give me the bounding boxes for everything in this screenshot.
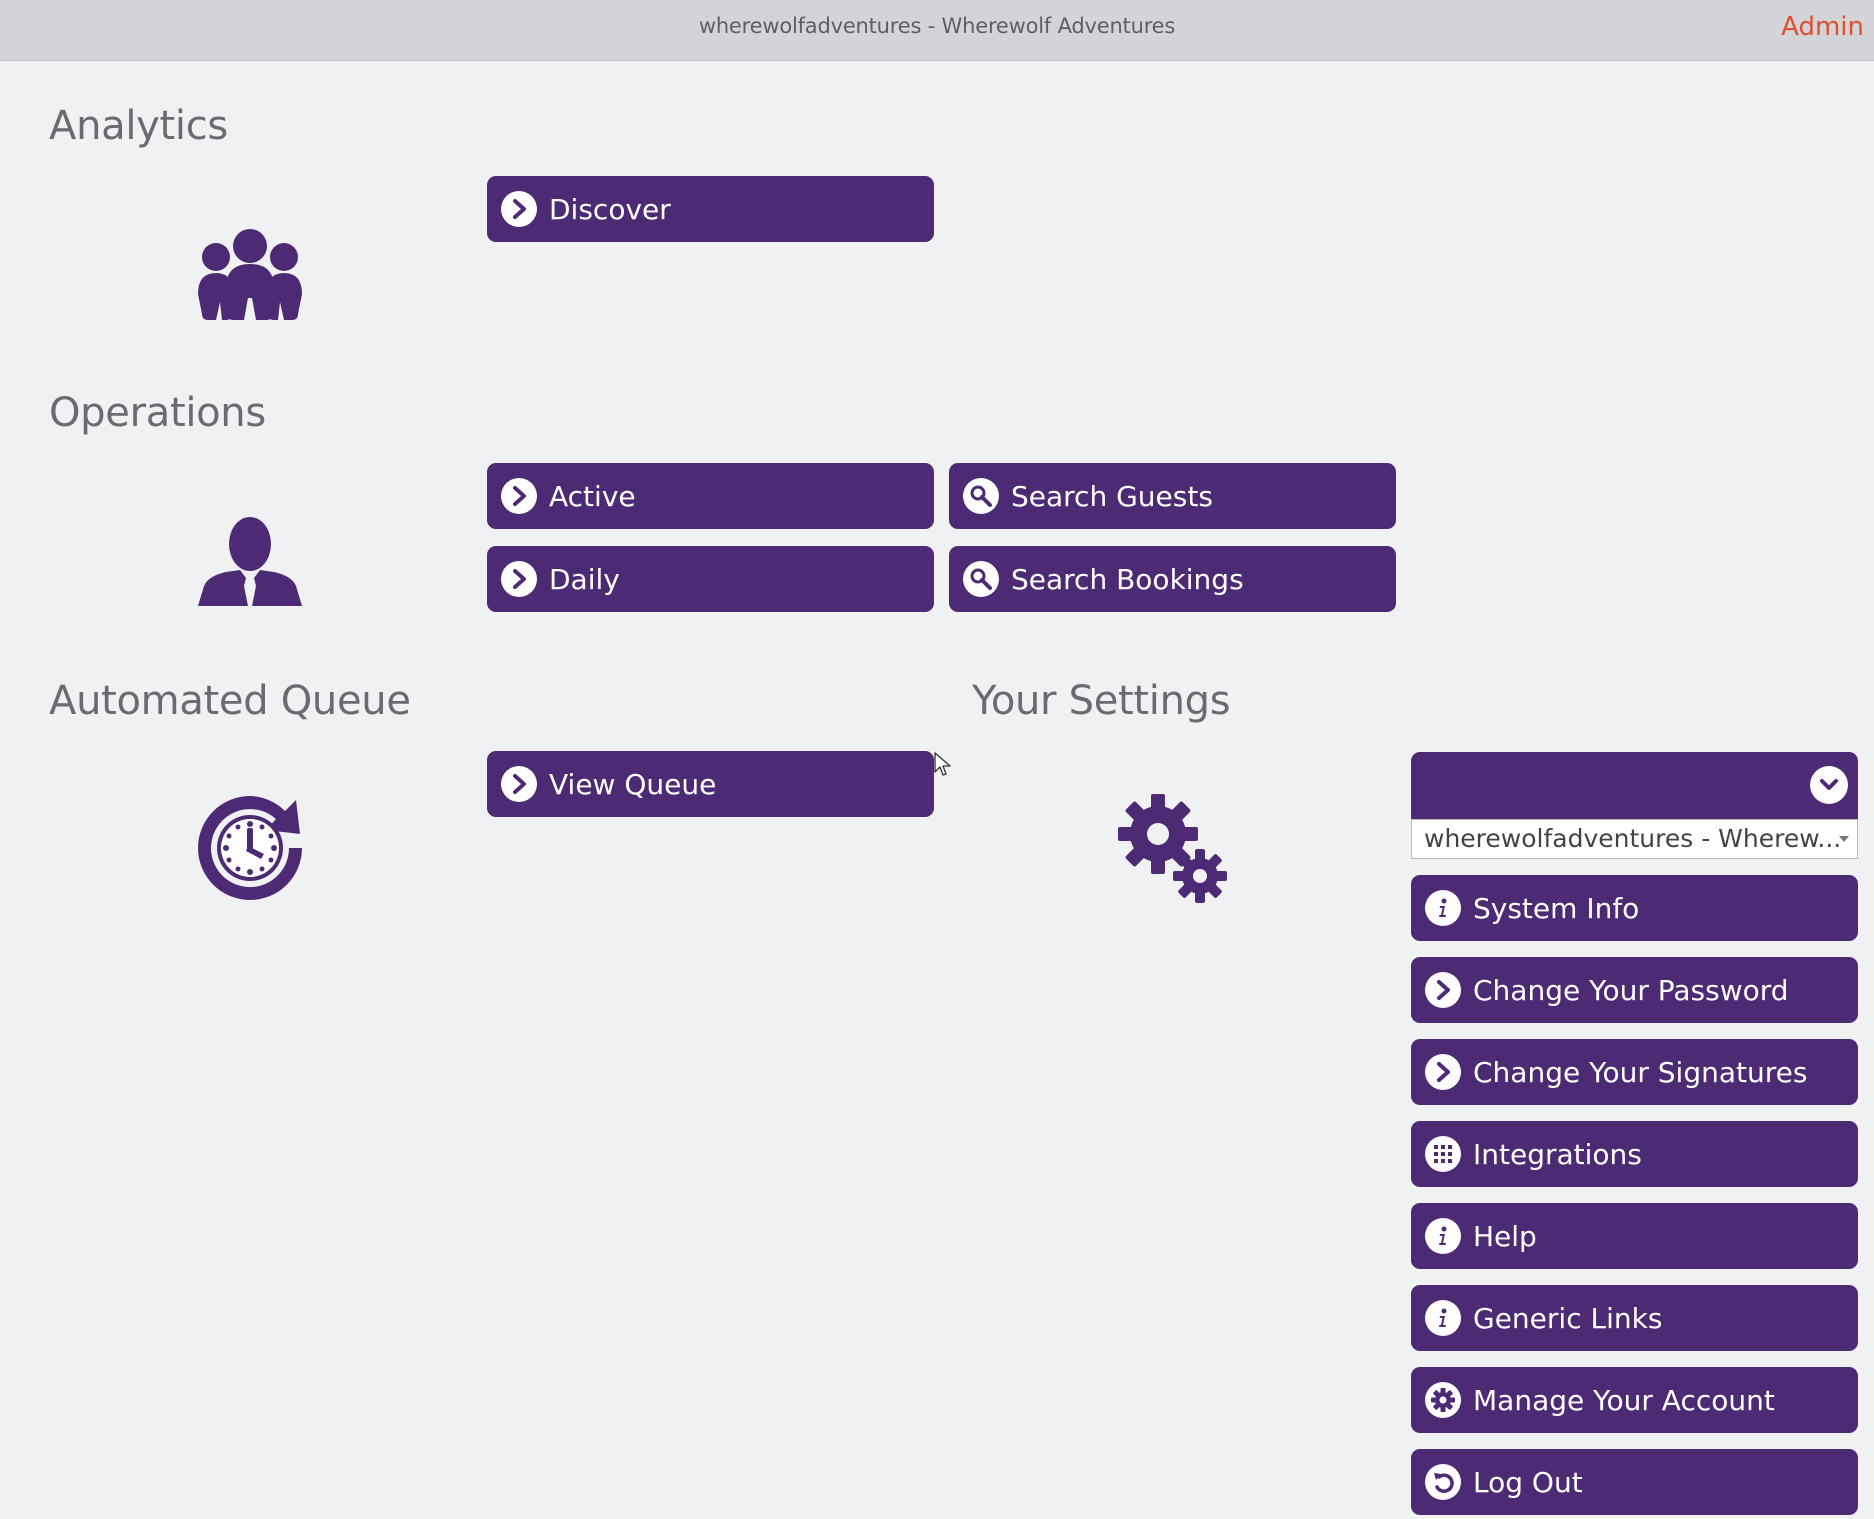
chevron-right-icon: [501, 191, 537, 227]
search-bookings-button-label: Search Bookings: [1011, 562, 1244, 596]
top-bar: wherewolfadventures - Wherewolf Adventur…: [0, 0, 1874, 61]
search-icon: [963, 561, 999, 597]
search-icon: [963, 478, 999, 514]
operations-heading: Operations: [49, 390, 266, 436]
chevron-right-icon: [1425, 1054, 1461, 1090]
daily-button-label: Daily: [549, 562, 620, 596]
analytics-heading: Analytics: [49, 103, 228, 149]
your-settings-heading: Your Settings: [972, 678, 1231, 724]
chevron-right-icon: [501, 766, 537, 802]
search-guests-button[interactable]: Search Guests: [949, 463, 1396, 529]
undo-icon: [1425, 1464, 1461, 1500]
active-button-label: Active: [549, 479, 636, 513]
change-password-button[interactable]: Change Your Password: [1411, 957, 1858, 1023]
view-queue-button-label: View Queue: [549, 767, 717, 801]
chevron-right-icon: [1425, 972, 1461, 1008]
select-arrow-icon: [1839, 836, 1849, 842]
group-icon: [196, 226, 304, 324]
change-signatures-label: Change Your Signatures: [1473, 1055, 1808, 1089]
info-icon: [1425, 1300, 1461, 1336]
view-queue-button[interactable]: View Queue: [487, 751, 934, 817]
daily-button[interactable]: Daily: [487, 546, 934, 612]
integrations-label: Integrations: [1473, 1137, 1642, 1171]
discover-button-label: Discover: [549, 192, 671, 226]
info-icon: [1425, 890, 1461, 926]
log-out-button[interactable]: Log Out: [1411, 1449, 1858, 1515]
help-button[interactable]: Help: [1411, 1203, 1858, 1269]
info-icon: [1425, 1218, 1461, 1254]
manage-account-button[interactable]: Manage Your Account: [1411, 1367, 1858, 1433]
change-password-label: Change Your Password: [1473, 973, 1789, 1007]
account-select[interactable]: wherewolfadventures - Wherew...: [1411, 819, 1858, 859]
chevron-right-icon: [501, 478, 537, 514]
gears-icon: [1118, 794, 1228, 908]
chevron-down-icon[interactable]: [1810, 766, 1848, 804]
chevron-right-icon: [501, 561, 537, 597]
clock-refresh-icon: [196, 794, 304, 906]
help-label: Help: [1473, 1219, 1537, 1253]
discover-button[interactable]: Discover: [487, 176, 934, 242]
change-signatures-button[interactable]: Change Your Signatures: [1411, 1039, 1858, 1105]
automated-queue-heading: Automated Queue: [49, 678, 411, 724]
generic-links-label: Generic Links: [1473, 1301, 1663, 1335]
system-info-button[interactable]: System Info: [1411, 875, 1858, 941]
system-info-label: System Info: [1473, 891, 1640, 925]
integrations-button[interactable]: Integrations: [1411, 1121, 1858, 1187]
generic-links-button[interactable]: Generic Links: [1411, 1285, 1858, 1351]
search-guests-button-label: Search Guests: [1011, 479, 1213, 513]
manage-account-label: Manage Your Account: [1473, 1383, 1775, 1417]
log-out-label: Log Out: [1473, 1465, 1583, 1499]
user-icon: [196, 516, 304, 610]
grid-icon: [1425, 1136, 1461, 1172]
gear-icon: [1425, 1382, 1461, 1418]
active-button[interactable]: Active: [487, 463, 934, 529]
account-selector-header[interactable]: [1411, 752, 1858, 820]
search-bookings-button[interactable]: Search Bookings: [949, 546, 1396, 612]
admin-link[interactable]: Admin: [1781, 12, 1864, 42]
mouse-cursor-icon: [934, 752, 952, 782]
window-title: wherewolfadventures - Wherewolf Adventur…: [698, 14, 1176, 38]
account-select-value: wherewolfadventures - Wherew...: [1424, 824, 1842, 853]
